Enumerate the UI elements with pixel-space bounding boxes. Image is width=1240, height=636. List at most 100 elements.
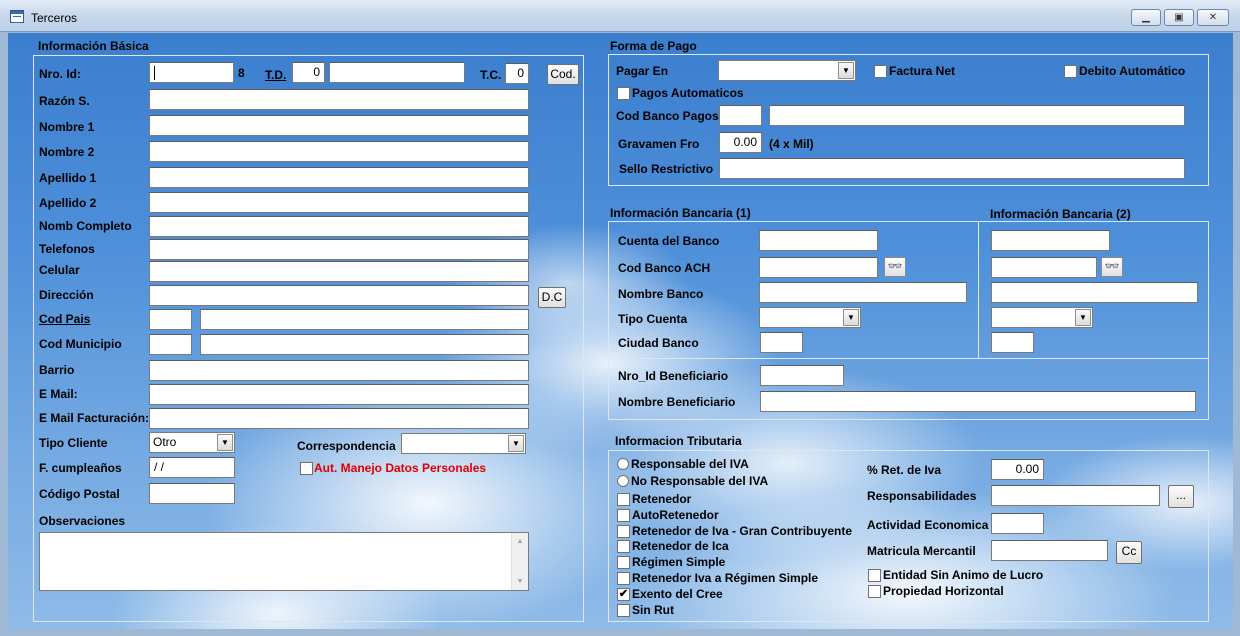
responsable-iva-radio[interactable]	[617, 458, 629, 470]
td-description-input[interactable]	[329, 62, 465, 83]
cod-pais-label[interactable]: Cod Pais	[39, 312, 90, 326]
nombre1-input[interactable]	[149, 115, 529, 136]
cod-banco-pagos-input[interactable]	[719, 105, 762, 126]
scroll-down-icon[interactable]: ▼	[513, 574, 527, 589]
apellido2-label: Apellido 2	[39, 196, 97, 210]
nombre-banco-label: Nombre Banco	[618, 287, 704, 301]
scroll-up-icon[interactable]: ▲	[513, 534, 527, 549]
nombre-banco-1-input[interactable]	[759, 282, 967, 303]
td-input[interactable]: 0	[292, 62, 325, 83]
entidad-checkbox[interactable]	[868, 569, 881, 582]
sello-input[interactable]	[719, 158, 1185, 179]
apellido1-input[interactable]	[149, 167, 529, 188]
cod-municipio-label: Cod Municipio	[39, 337, 122, 351]
cuenta-banco-2-input[interactable]	[991, 230, 1110, 251]
minimize-button[interactable]: ▁	[1131, 9, 1161, 26]
cod-pais-input[interactable]	[149, 309, 192, 330]
pagos-auto-checkbox[interactable]	[617, 87, 630, 100]
observaciones-scrollbar[interactable]: ▲ ▼	[511, 533, 528, 590]
ciudad-banco-1-input[interactable]	[760, 332, 803, 353]
aut-datos-checkbox[interactable]	[300, 462, 313, 475]
email-input[interactable]	[149, 384, 529, 405]
tipo-cuenta-1-select[interactable]: ▼	[759, 307, 861, 328]
email-fact-input[interactable]	[149, 408, 529, 429]
direccion-input[interactable]	[149, 285, 529, 306]
maximize-icon: ▣	[1174, 12, 1184, 23]
dropdown-arrow-icon[interactable]: ▼	[508, 435, 524, 452]
no-responsable-iva-label: No Responsable del IVA	[631, 474, 769, 488]
ret-iva-input[interactable]: 0.00	[991, 459, 1044, 480]
nombre-benef-label: Nombre Beneficiario	[618, 395, 736, 409]
cuenta-banco-1-input[interactable]	[759, 230, 878, 251]
retenedor-iva-simple-checkbox[interactable]	[617, 572, 630, 585]
cumple-input[interactable]: / /	[149, 457, 235, 478]
search-binoculars-icon[interactable]: 👓	[884, 257, 906, 277]
tc-input[interactable]: 0	[505, 63, 529, 84]
ciudad-banco-2-input[interactable]	[991, 332, 1034, 353]
observaciones-label: Observaciones	[39, 514, 126, 528]
dropdown-arrow-icon[interactable]: ▼	[1075, 309, 1091, 326]
responsabilidades-lookup-button[interactable]: ...	[1168, 485, 1194, 508]
cod-ach-1-input[interactable]	[759, 257, 878, 278]
nombre-benef-input[interactable]	[760, 391, 1196, 412]
nombre2-input[interactable]	[149, 141, 529, 162]
debito-label: Debito Automático	[1079, 64, 1186, 78]
retenedor-checkbox[interactable]	[617, 493, 630, 506]
celular-input[interactable]	[149, 261, 529, 282]
nomb-completo-input[interactable]	[149, 216, 529, 237]
close-button[interactable]: ✕	[1197, 9, 1229, 26]
correspondencia-select[interactable]: ▼	[401, 433, 526, 454]
dropdown-arrow-icon[interactable]: ▼	[843, 309, 859, 326]
dc-button[interactable]: D.C	[538, 287, 566, 308]
propiedad-checkbox[interactable]	[868, 585, 881, 598]
maximize-button[interactable]: ▣	[1164, 9, 1194, 26]
municipio-name-input[interactable]	[200, 334, 529, 355]
factura-net-checkbox[interactable]	[874, 65, 887, 78]
cod-municipio-input[interactable]	[149, 334, 192, 355]
gravamen-input[interactable]: 0.00	[719, 132, 762, 153]
nro-id-input[interactable]	[149, 62, 234, 83]
cod-button[interactable]: Cod.	[547, 64, 579, 85]
regimen-simple-checkbox[interactable]	[617, 556, 630, 569]
gravamen-note: (4 x Mil)	[769, 137, 814, 151]
exento-cree-checkbox[interactable]: ✔	[617, 588, 630, 601]
ciudad-banco-label: Ciudad Banco	[618, 336, 699, 350]
nombre-banco-2-input[interactable]	[991, 282, 1198, 303]
no-responsable-iva-radio[interactable]	[617, 475, 629, 487]
dropdown-arrow-icon[interactable]: ▼	[838, 62, 854, 79]
telefonos-input[interactable]	[149, 239, 529, 260]
tipo-cuenta-2-select[interactable]: ▼	[991, 307, 1093, 328]
cc-button[interactable]: Cc	[1116, 541, 1142, 564]
autoretenedor-checkbox[interactable]	[617, 509, 630, 522]
cod-ach-2-input[interactable]	[991, 257, 1097, 278]
responsabilidades-input[interactable]	[991, 485, 1160, 506]
observaciones-textarea[interactable]: ▲ ▼	[39, 532, 529, 591]
responsabilidades-label: Responsabilidades	[867, 489, 977, 503]
correspondencia-label: Correspondencia	[297, 439, 396, 453]
banco-pagos-name-input[interactable]	[769, 105, 1185, 126]
pagar-en-select[interactable]: ▼	[718, 60, 856, 81]
razon-input[interactable]	[149, 89, 529, 110]
celular-label: Celular	[39, 263, 80, 277]
factura-net-label: Factura Net	[889, 64, 956, 78]
td-label[interactable]: T.D.	[265, 68, 286, 82]
matricula-input[interactable]	[991, 540, 1108, 561]
tributaria-title: Informacion Tributaria	[615, 434, 742, 448]
codigo-postal-input[interactable]	[149, 483, 235, 504]
nombre1-label: Nombre 1	[39, 120, 95, 134]
search-binoculars-icon[interactable]: 👓	[1101, 257, 1123, 277]
pais-name-input[interactable]	[200, 309, 529, 330]
apellido2-input[interactable]	[149, 192, 529, 213]
tipo-cliente-select[interactable]: Otro ▼	[149, 432, 235, 453]
dropdown-arrow-icon[interactable]: ▼	[217, 434, 233, 451]
basic-info-title: Información Básica	[38, 39, 149, 53]
nro-benef-input[interactable]	[760, 365, 844, 386]
gran-contribuyente-checkbox[interactable]	[617, 525, 630, 538]
actividad-input[interactable]	[991, 513, 1044, 534]
beneficiario-divider	[608, 358, 1209, 359]
sello-label: Sello Restrictivo	[619, 162, 714, 176]
barrio-input[interactable]	[149, 360, 529, 381]
retenedor-ica-checkbox[interactable]	[617, 540, 630, 553]
debito-checkbox[interactable]	[1064, 65, 1077, 78]
sin-rut-checkbox[interactable]	[617, 604, 630, 617]
